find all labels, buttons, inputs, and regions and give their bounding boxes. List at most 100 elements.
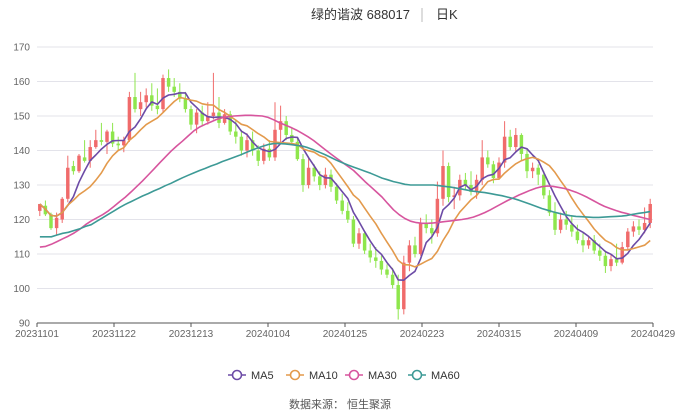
candle-body xyxy=(334,186,339,201)
candle-body xyxy=(144,95,148,103)
candle-body xyxy=(564,219,568,225)
legend-marker xyxy=(231,369,243,381)
candle-body xyxy=(323,174,328,185)
candle-body xyxy=(407,245,412,263)
candle-body xyxy=(306,167,311,185)
candle-body xyxy=(211,112,216,116)
legend-item-ma60[interactable]: MA60 xyxy=(408,369,460,382)
x-tick-label: 20240104 xyxy=(246,329,291,340)
candle-body xyxy=(54,217,59,229)
candle-body xyxy=(553,212,557,230)
legend-marker xyxy=(289,369,301,381)
candle-body xyxy=(491,164,496,179)
candle-body xyxy=(301,159,305,185)
x-tick-label: 20240409 xyxy=(554,329,599,340)
legend-marker xyxy=(348,369,360,381)
x-axis: 20231101 20231122 20231213 20240104 20240125… xyxy=(15,323,676,340)
candle-body xyxy=(586,240,591,246)
candle-body xyxy=(60,198,64,220)
candle-body xyxy=(66,167,70,199)
candle-body xyxy=(603,255,608,267)
candle-body xyxy=(402,262,406,310)
candle-body xyxy=(609,259,613,267)
candle-body xyxy=(138,102,143,110)
legend-item-ma5[interactable]: MA5 xyxy=(228,369,274,382)
candle-body xyxy=(245,140,249,151)
candle-body xyxy=(374,257,378,261)
candle-body xyxy=(368,250,372,258)
candle-body xyxy=(351,219,356,244)
data-source: 数据来源： 恒生聚源 xyxy=(289,397,391,411)
candle-body xyxy=(530,167,535,172)
legend-item-ma10[interactable]: MA10 xyxy=(286,369,338,382)
candle-body xyxy=(575,231,580,241)
stock-title: 绿的谐波 688017 xyxy=(311,7,410,22)
candle-body xyxy=(340,200,344,211)
y-tick-label: 110 xyxy=(14,250,30,261)
y-axis: 90 100 110 120 130 140 150 160 170 xyxy=(13,43,30,330)
candle-body xyxy=(290,134,294,142)
candle-body xyxy=(166,78,171,87)
legend-item-ma30[interactable]: MA30 xyxy=(345,369,397,382)
candle-body xyxy=(239,136,244,151)
candle-body xyxy=(536,167,540,175)
candle-body xyxy=(519,134,524,154)
candle-body xyxy=(379,260,384,270)
stock-kline-chart: 绿的谐波 688017 日K 90 100 110 120 130 140 150 160 17… xyxy=(13,7,676,411)
candle-body xyxy=(161,78,165,110)
y-tick-label: 140 xyxy=(13,146,30,157)
x-tick-label: 20240429 xyxy=(631,329,676,340)
x-tick-label: 20240223 xyxy=(400,329,445,340)
candle-body xyxy=(133,97,137,110)
candle-body xyxy=(172,86,176,92)
candle-body xyxy=(631,226,636,232)
candle-body xyxy=(430,228,434,234)
legend-label: MA10 xyxy=(309,370,338,382)
candle-body xyxy=(396,285,400,310)
y-tick-label: 150 xyxy=(13,112,30,123)
candle-body xyxy=(77,155,81,172)
candle-body xyxy=(558,219,563,230)
candle-body xyxy=(581,240,585,246)
candle-body xyxy=(418,222,423,254)
candle-body xyxy=(94,140,98,148)
candle-body xyxy=(637,226,641,230)
candle-body xyxy=(346,210,350,220)
ma-line-ma10 xyxy=(39,96,651,268)
x-tick-label: 20231101 xyxy=(15,329,59,340)
candle-body xyxy=(99,140,104,142)
candle-body xyxy=(116,143,120,146)
candle-body xyxy=(542,174,546,196)
candle-body xyxy=(413,245,417,254)
y-tick-label: 170 xyxy=(13,43,30,54)
candle-body xyxy=(155,105,160,110)
candle-body xyxy=(267,148,272,158)
candle-body xyxy=(284,121,288,135)
ma-line-ma30 xyxy=(39,114,651,248)
candle-body xyxy=(194,112,199,125)
candle-body xyxy=(357,233,361,244)
moving-average-lines xyxy=(39,92,651,282)
candle-body xyxy=(508,136,512,148)
candle-body xyxy=(525,153,529,172)
y-tick-label: 90 xyxy=(19,319,31,330)
period-label: 日K xyxy=(436,7,458,22)
legend-label: MA30 xyxy=(368,370,397,382)
chart-title: 绿的谐波 688017 日K xyxy=(311,7,458,22)
legend-label: MA5 xyxy=(251,370,274,382)
candle-body xyxy=(598,250,602,256)
candle-body xyxy=(514,134,518,148)
x-tick-label: 20231122 xyxy=(92,329,136,340)
y-tick-label: 160 xyxy=(13,77,30,88)
y-tick-label: 130 xyxy=(13,181,30,192)
plot-grid xyxy=(37,46,653,324)
candle-body xyxy=(480,157,484,180)
x-tick-label: 20231213 xyxy=(169,329,214,340)
x-tick-label: 20240315 xyxy=(477,329,522,340)
candle-body xyxy=(441,166,445,199)
candle-body xyxy=(183,98,188,110)
candle-body xyxy=(362,233,367,251)
candle-body xyxy=(648,203,652,223)
legend-marker xyxy=(411,369,423,381)
candle-body xyxy=(256,150,260,161)
